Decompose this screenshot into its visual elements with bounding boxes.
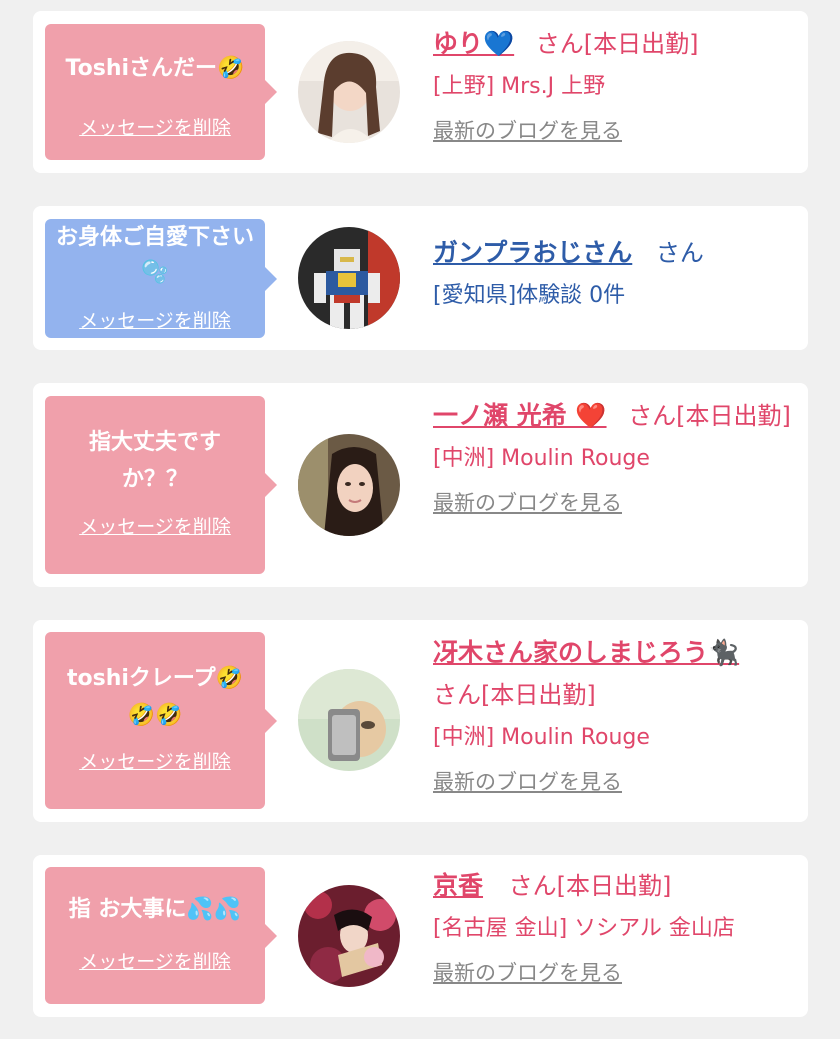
review-count: [愛知県]体験談 0件: [433, 283, 626, 308]
user-name-link[interactable]: ガンプラおじさん: [433, 238, 632, 267]
user-info: 冴木さん家のしまじろう🐈‍⬛ さん[本日出勤] [中洲] Moulin Roug…: [433, 632, 794, 796]
message-bubble: 指 お大事に💦💦 メッセージを削除: [45, 867, 277, 1004]
list-item: toshiクレープ🤣🤣🤣 メッセージを削除 冴木さん家のしまじろう🐈‍⬛ さん[…: [33, 620, 808, 822]
shop-name: [中洲] Moulin Rouge: [433, 725, 650, 750]
shop-name: [中洲] Moulin Rouge: [433, 446, 650, 471]
latest-blog-link[interactable]: 最新のブログを見る: [433, 119, 622, 143]
message-bubble: Toshiさんだー🤣 メッセージを削除: [45, 24, 277, 160]
message-text: 指大丈夫ですか？？: [88, 430, 221, 492]
message-text: toshiクレープ🤣🤣🤣: [66, 666, 243, 728]
user-name-link[interactable]: 京香: [433, 871, 483, 900]
avatar[interactable]: [298, 434, 400, 536]
user-name-link[interactable]: 冴木さん家のしまじろう🐈‍⬛: [433, 638, 739, 667]
user-info: ガンプラおじさん さん [愛知県]体験談 0件: [433, 232, 794, 318]
user-status: さん[本日出勤]: [535, 30, 699, 58]
delete-message-link[interactable]: メッセージを削除: [45, 306, 265, 333]
list-item: Toshiさんだー🤣 メッセージを削除 ゆり💙 さん[本日出勤] [上野] Mr…: [33, 11, 808, 173]
user-name-link[interactable]: ゆり💙: [433, 29, 514, 58]
list-item: お身体ご自愛下さい🫧 メッセージを削除 ガンプラおじさん さん [愛知県]体験談…: [33, 206, 808, 350]
user-status: さん[本日出勤]: [628, 402, 791, 430]
message-text: Toshiさんだー🤣: [65, 56, 245, 81]
avatar[interactable]: [298, 669, 400, 771]
avatar[interactable]: [298, 227, 400, 329]
message-bubble: 指大丈夫ですか？？ メッセージを削除: [45, 396, 277, 574]
delete-message-link[interactable]: メッセージを削除: [45, 512, 265, 539]
delete-message-link[interactable]: メッセージを削除: [45, 113, 265, 140]
avatar[interactable]: [298, 885, 400, 987]
list-item: 指大丈夫ですか？？ メッセージを削除 一ノ瀬 光希 ❤️ さん[本日出勤] [中…: [33, 383, 808, 587]
user-status: さん: [655, 239, 704, 267]
delete-message-link[interactable]: メッセージを削除: [45, 947, 265, 974]
latest-blog-link[interactable]: 最新のブログを見る: [433, 491, 622, 515]
user-name-link[interactable]: 一ノ瀬 光希 ❤️: [433, 401, 607, 430]
user-status: さん[本日出勤]: [508, 872, 672, 900]
list-item: 指 お大事に💦💦 メッセージを削除 京香 さん[本日出勤] [名古屋 金山] ソ…: [33, 855, 808, 1017]
delete-message-link[interactable]: メッセージを削除: [45, 747, 265, 774]
message-text: お身体ご自愛下さい🫧: [55, 225, 254, 285]
shop-name: [上野] Mrs.J 上野: [433, 74, 606, 99]
shop-name: [名古屋 金山] ソシアル 金山店: [433, 916, 735, 941]
avatar[interactable]: [298, 41, 400, 143]
latest-blog-link[interactable]: 最新のブログを見る: [433, 770, 622, 794]
latest-blog-link[interactable]: 最新のブログを見る: [433, 961, 622, 985]
message-bubble: お身体ご自愛下さい🫧 メッセージを削除: [45, 219, 277, 338]
user-info: 一ノ瀬 光希 ❤️ さん[本日出勤] [中洲] Moulin Rouge 最新の…: [433, 395, 794, 517]
message-bubble: toshiクレープ🤣🤣🤣 メッセージを削除: [45, 632, 277, 809]
message-text: 指 お大事に💦💦: [68, 897, 242, 922]
user-status: さん[本日出勤]: [433, 681, 596, 709]
user-info: 京香 さん[本日出勤] [名古屋 金山] ソシアル 金山店 最新のブログを見る: [433, 865, 794, 987]
user-info: ゆり💙 さん[本日出勤] [上野] Mrs.J 上野 最新のブログを見る: [433, 23, 794, 145]
message-list: Toshiさんだー🤣 メッセージを削除 ゆり💙 さん[本日出勤] [上野] Mr…: [0, 0, 840, 1039]
